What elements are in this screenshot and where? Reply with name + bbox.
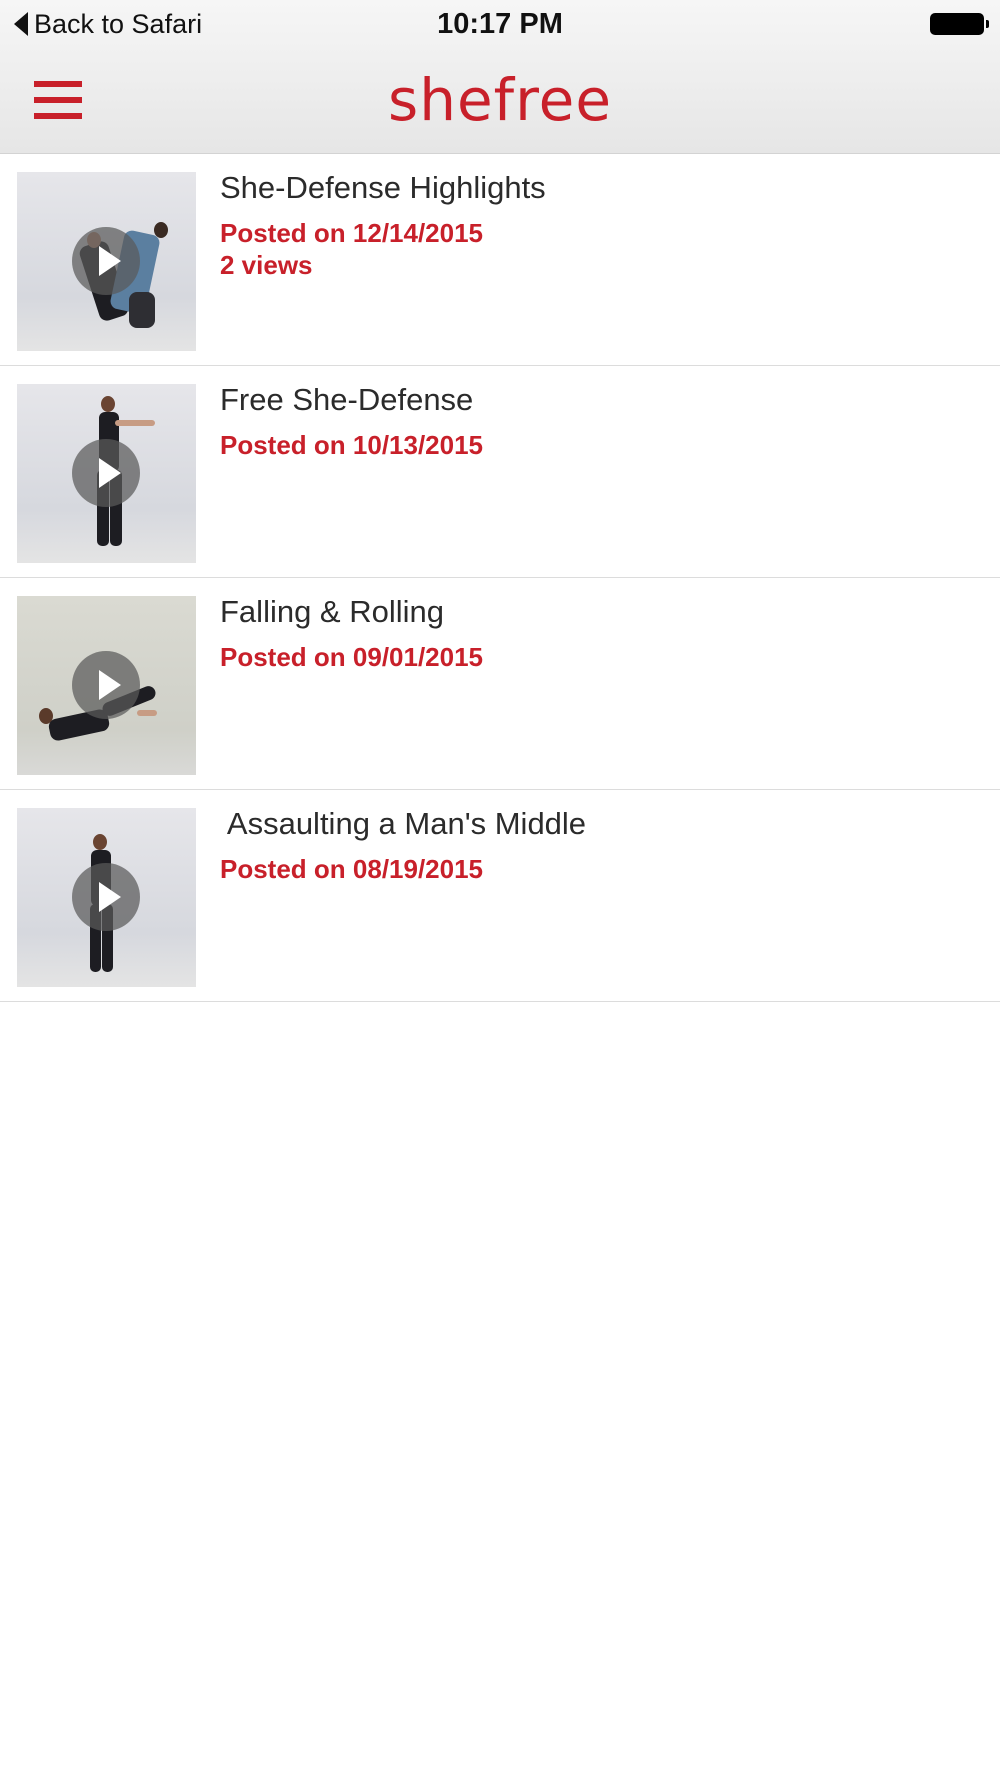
video-thumbnail[interactable] — [17, 596, 196, 775]
video-posted-date: Posted on 12/14/2015 — [220, 218, 484, 248]
video-posted-date: Posted on 08/19/2015 — [220, 854, 484, 884]
app-header: Back to Safari 10:17 PM shefree — [0, 0, 1000, 154]
video-list-item[interactable]: She-Defense Highlights Posted on 12/14/2… — [0, 154, 1000, 366]
play-icon[interactable] — [72, 227, 140, 295]
video-posted-date: Posted on 10/13/2015 — [220, 430, 484, 460]
video-title[interactable]: Assaulting a Man's Middle — [220, 806, 586, 842]
play-icon[interactable] — [72, 863, 140, 931]
app-logo: shefree — [387, 66, 613, 134]
menu-icon[interactable] — [34, 80, 82, 120]
status-bar: Back to Safari 10:17 PM — [0, 0, 1000, 48]
play-icon[interactable] — [72, 651, 140, 719]
video-thumbnail[interactable] — [17, 172, 196, 351]
video-title[interactable]: She-Defense Highlights — [220, 170, 546, 206]
video-list: She-Defense Highlights Posted on 12/14/2… — [0, 154, 1000, 1002]
back-arrow-icon — [14, 12, 28, 36]
video-posted-date: Posted on 09/01/2015 — [220, 642, 484, 672]
video-thumbnail[interactable] — [17, 808, 196, 987]
back-to-safari-label: Back to Safari — [34, 8, 203, 39]
video-list-item[interactable]: Assaulting a Man's Middle Posted on 08/1… — [0, 790, 1000, 1002]
video-view-count: 2 views — [220, 250, 313, 280]
video-list-item[interactable]: Free She-Defense Posted on 10/13/2015 — [0, 366, 1000, 578]
video-thumbnail[interactable] — [17, 384, 196, 563]
video-title[interactable]: Falling & Rolling — [220, 594, 444, 630]
battery-icon — [930, 13, 989, 35]
back-to-safari-link[interactable]: Back to Safari — [14, 8, 202, 40]
video-title[interactable]: Free She-Defense — [220, 382, 473, 418]
play-icon[interactable] — [72, 439, 140, 507]
video-list-item[interactable]: Falling & Rolling Posted on 09/01/2015 — [0, 578, 1000, 790]
